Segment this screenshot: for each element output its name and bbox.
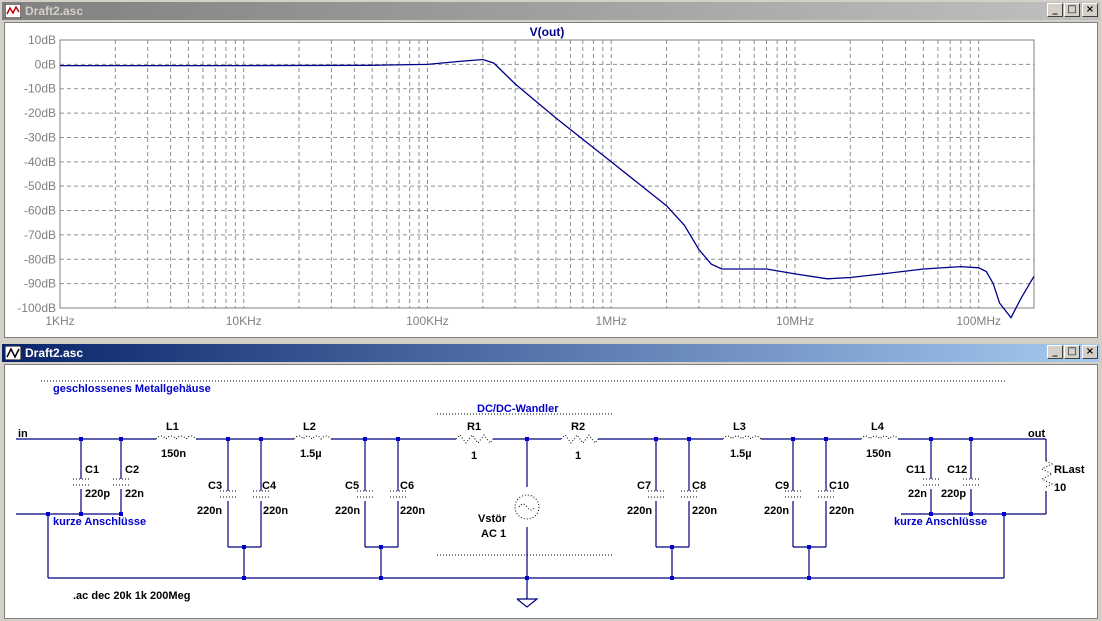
short-leads-right-label: kurze Anschlüsse — [894, 516, 987, 528]
component-value-C3[interactable]: 220n — [197, 505, 222, 517]
component-ref-L3[interactable]: L3 — [733, 421, 746, 433]
x-tick-label: 1MHz — [596, 314, 627, 328]
schematic-window-title: Draft2.asc — [25, 346, 84, 360]
bode-plot[interactable]: 10dB 0dB -10dB -20dB -30dB -40dB -50dB -60dB -70… — [5, 23, 1097, 337]
component-value-RLast[interactable]: 10 — [1054, 482, 1066, 494]
minimize-button[interactable]: _ — [1047, 3, 1063, 17]
y-tick-label: -60dB — [24, 204, 56, 218]
component-ref-C2[interactable]: C2 — [125, 464, 139, 476]
plot-window[interactable]: Draft2.asc _ □ × 10dB 0dB -10dB -20dB -30dB -… — [0, 0, 1102, 340]
close-button[interactable]: × — [1082, 3, 1098, 17]
component-value-C8[interactable]: 220n — [692, 505, 717, 517]
x-tick-label: 1KHz — [45, 314, 74, 328]
y-tick-label: -100dB — [17, 301, 56, 315]
x-tick-label: 10MHz — [776, 314, 814, 328]
minimize-button[interactable]: _ — [1047, 345, 1063, 359]
schematic-icon — [5, 346, 21, 360]
component-ref-C8[interactable]: C8 — [692, 480, 706, 492]
y-tick-label: -70dB — [24, 228, 56, 242]
component-value-L4[interactable]: 150n — [866, 448, 891, 460]
y-tick-label: -40dB — [24, 155, 56, 169]
wires — [16, 438, 1047, 599]
component-ref-R2[interactable]: R2 — [571, 421, 585, 433]
component-value-C10[interactable]: 220n — [829, 505, 854, 517]
schematic-canvas[interactable]: geschlossenes Metallgehäuse DC/DC-Wandle… — [5, 365, 1097, 618]
x-tick-label: 10KHz — [226, 314, 262, 328]
junction-dots — [46, 437, 1006, 580]
component-value-L1[interactable]: 150n — [161, 448, 186, 460]
component-value-C4[interactable]: 220n — [263, 505, 288, 517]
net-label-in[interactable]: in — [18, 428, 28, 440]
plot-window-titlebar[interactable]: Draft2.asc _ □ × — [2, 2, 1100, 20]
waveform-icon — [5, 4, 21, 18]
component-ref-L1[interactable]: L1 — [166, 421, 179, 433]
component-value-C1[interactable]: 220p — [85, 488, 110, 500]
maximize-button[interactable]: □ — [1064, 3, 1080, 17]
component-ref-C5[interactable]: C5 — [345, 480, 359, 492]
x-tick-label: 100KHz — [406, 314, 449, 328]
component-ref-L4[interactable]: L4 — [871, 421, 885, 433]
y-tick-label: -80dB — [24, 252, 56, 266]
component-value-C2[interactable]: 22n — [125, 488, 144, 500]
converter-label: DC/DC-Wandler — [477, 403, 559, 415]
schematic-window[interactable]: Draft2.asc _ □ × geschlossenes Metallgeh… — [0, 342, 1102, 621]
net-label-out[interactable]: out — [1028, 428, 1045, 440]
y-tick-label: 10dB — [28, 33, 56, 47]
component-value-L3[interactable]: 1.5µ — [730, 448, 752, 460]
component-ref-C9[interactable]: C9 — [775, 480, 789, 492]
y-tick-label: -50dB — [24, 179, 56, 193]
y-tick-label: -90dB — [24, 277, 56, 291]
component-ref-C12[interactable]: C12 — [947, 464, 967, 476]
plot-frame — [59, 39, 1035, 309]
component-value-C6[interactable]: 220n — [400, 505, 425, 517]
enclosure-label: geschlossenes Metallgehäuse — [53, 383, 211, 395]
close-button[interactable]: × — [1082, 345, 1098, 359]
maximize-button[interactable]: □ — [1064, 345, 1080, 359]
plot-pane[interactable]: 10dB 0dB -10dB -20dB -30dB -40dB -50dB -60dB -70… — [4, 22, 1098, 338]
plot-window-title: Draft2.asc — [25, 4, 84, 18]
schematic-pane[interactable]: geschlossenes Metallgehäuse DC/DC-Wandle… — [4, 364, 1098, 619]
component-value-Vstor[interactable]: AC 1 — [481, 528, 506, 540]
component-ref-C11[interactable]: C11 — [906, 464, 926, 476]
y-tick-label: 0dB — [35, 57, 56, 71]
component-ref-C10[interactable]: C10 — [829, 480, 849, 492]
component-value-C5[interactable]: 220n — [335, 505, 360, 517]
spice-directive[interactable]: .ac dec 20k 1k 200Meg — [73, 590, 190, 602]
component-value-R2[interactable]: 1 — [575, 450, 581, 462]
component-ref-R1[interactable]: R1 — [467, 421, 481, 433]
component-value-C12[interactable]: 220p — [941, 488, 966, 500]
component-value-C9[interactable]: 220n — [764, 505, 789, 517]
component-ref-C3[interactable]: C3 — [208, 480, 222, 492]
component-ref-C6[interactable]: C6 — [400, 480, 414, 492]
component-ref-Vstor[interactable]: Vstör — [478, 513, 507, 525]
component-ref-L2[interactable]: L2 — [303, 421, 316, 433]
component-ref-RLast[interactable]: RLast — [1054, 464, 1085, 476]
x-tick-label: 100MHz — [956, 314, 1001, 328]
component-value-L2[interactable]: 1.5µ — [300, 448, 322, 460]
trace-v-out[interactable] — [60, 58, 1035, 319]
y-tick-label: -30dB — [24, 130, 56, 144]
component-value-C7[interactable]: 220n — [627, 505, 652, 517]
y-tick-label: -10dB — [24, 82, 56, 96]
short-leads-left-label: kurze Anschlüsse — [53, 516, 146, 528]
y-tick-label: -20dB — [24, 106, 56, 120]
schematic-window-titlebar[interactable]: Draft2.asc _ □ × — [2, 344, 1100, 362]
ground-symbol — [516, 598, 539, 608]
plot-title[interactable]: V(out) — [530, 25, 565, 39]
component-value-R1[interactable]: 1 — [471, 450, 477, 462]
component-ref-C4[interactable]: C4 — [262, 480, 277, 492]
component-ref-C1[interactable]: C1 — [85, 464, 99, 476]
component-ref-C7[interactable]: C7 — [637, 480, 651, 492]
component-value-C11[interactable]: 22n — [908, 488, 927, 500]
